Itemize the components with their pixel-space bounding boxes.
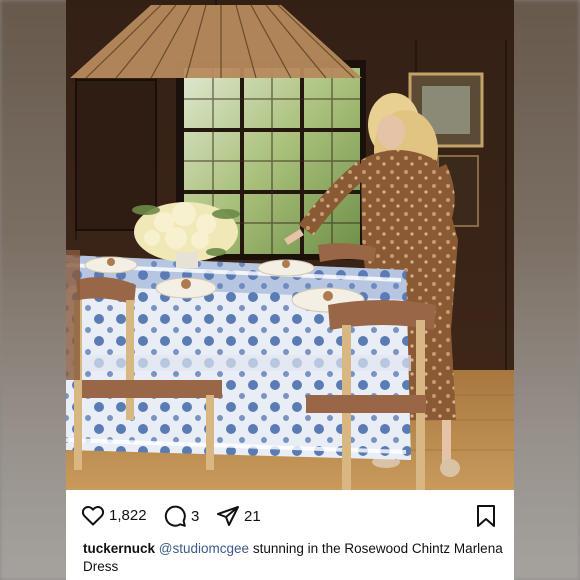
post-action-bar: 1,822 3 21	[66, 490, 514, 540]
share-count: 21	[244, 507, 261, 525]
save-button[interactable]	[476, 504, 496, 528]
paper-plane-icon	[217, 506, 239, 526]
caption-mention[interactable]: @studiomcgee	[159, 541, 249, 556]
like-count: 1,822	[109, 506, 147, 524]
instagram-post-card: 1,822 3 21 tuckernuck @studiomcgee stunn…	[66, 0, 514, 580]
post-photo[interactable]	[66, 0, 514, 490]
comment-button[interactable]: 3	[163, 504, 199, 528]
speech-bubble-icon	[164, 505, 186, 527]
like-button[interactable]: 1,822	[81, 504, 147, 526]
post-caption: tuckernuck @studiomcgee stunning in the …	[83, 540, 503, 576]
share-button[interactable]: 21	[216, 504, 261, 528]
dining-room-scene	[66, 0, 514, 490]
heart-outline-icon	[81, 505, 105, 526]
bookmark-icon	[477, 505, 495, 527]
comment-count: 3	[191, 507, 200, 525]
caption-username[interactable]: tuckernuck	[83, 541, 155, 556]
